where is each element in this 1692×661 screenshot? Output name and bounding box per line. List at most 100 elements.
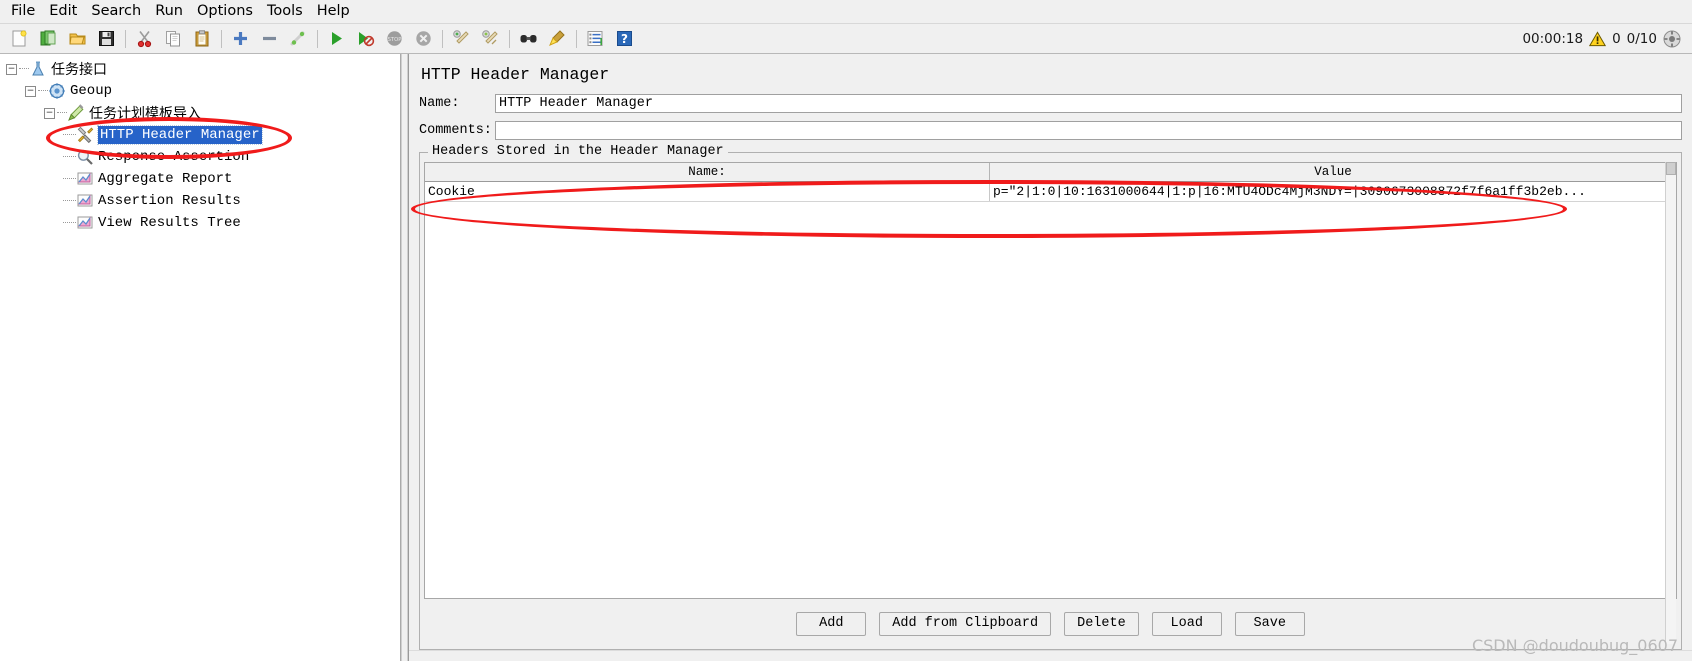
add-button[interactable]: Add <box>796 612 867 636</box>
save-button[interactable]: Save <box>1234 612 1305 636</box>
header-manager-icon <box>76 126 94 144</box>
name-field-row: Name: <box>419 94 1682 113</box>
thread-group-icon <box>48 82 66 100</box>
open-icon[interactable] <box>65 26 90 51</box>
headers-table-header: Name: Value <box>425 163 1676 182</box>
menu-item-help[interactable]: Help <box>310 1 357 22</box>
comments-field-row: Comments: <box>419 121 1682 140</box>
toolbar: STOP ? 00:00:18 0 0/10 <box>0 24 1692 54</box>
table-vertical-scrollbar[interactable] <box>1665 162 1676 644</box>
tree-connector <box>63 222 76 224</box>
start-icon[interactable] <box>324 26 349 51</box>
svg-text:?: ? <box>621 32 628 46</box>
shutdown-icon[interactable] <box>411 26 436 51</box>
tree-node-label: View Results Tree <box>98 215 241 231</box>
stop-icon[interactable]: STOP <box>382 26 407 51</box>
collapse-all-icon[interactable] <box>257 26 282 51</box>
jmeter-window: File Edit Search Run Options Tools Help <box>0 0 1692 661</box>
comments-input[interactable] <box>495 121 1682 140</box>
tree-connector <box>38 90 48 92</box>
toolbar-separator <box>317 29 318 48</box>
comments-label: Comments: <box>419 123 492 138</box>
tree-node-aggregate-report[interactable]: Aggregate Report <box>0 168 400 190</box>
function-helper-icon[interactable] <box>583 26 608 51</box>
paste-icon[interactable] <box>190 26 215 51</box>
new-icon[interactable] <box>7 26 32 51</box>
active-threads-icon <box>1663 30 1681 48</box>
tree-node-label: Geoup <box>70 83 113 99</box>
tree-node-test-plan[interactable]: − 任务接口 <box>0 58 400 80</box>
listener-icon <box>76 170 94 188</box>
tree-node-view-results-tree[interactable]: View Results Tree <box>0 212 400 234</box>
toggle-icon[interactable] <box>286 26 311 51</box>
name-input[interactable] <box>495 94 1682 113</box>
main-split: − 任务接口 − Geoup − 任务计划模板导入 HTTP Header Ma… <box>0 54 1692 661</box>
help-icon[interactable]: ? <box>612 26 637 51</box>
menu-bar: File Edit Search Run Options Tools Help <box>0 0 1692 24</box>
add-from-clipboard-button[interactable]: Add from Clipboard <box>879 612 1052 636</box>
tree-node-thread-group[interactable]: − Geoup <box>0 80 400 102</box>
thread-count: 0/10 <box>1626 30 1657 47</box>
toolbar-status: 00:00:18 0 0/10 <box>1522 30 1687 48</box>
clear-all-icon[interactable] <box>478 26 503 51</box>
tree-node-assertion-results[interactable]: Assertion Results <box>0 190 400 212</box>
tree-node-label: 任务计划模板导入 <box>89 106 201 122</box>
templates-icon[interactable] <box>36 26 61 51</box>
reset-search-icon[interactable] <box>545 26 570 51</box>
toolbar-separator <box>442 29 443 48</box>
headers-group: Headers Stored in the Header Manager Nam… <box>419 144 1682 650</box>
tree-connector <box>63 156 76 158</box>
svg-text:STOP: STOP <box>388 37 402 43</box>
column-header-name[interactable]: Name: <box>425 163 990 181</box>
tree-node-label: HTTP Header Manager <box>97 125 263 145</box>
menu-item-run[interactable]: Run <box>148 1 190 22</box>
tree-connector <box>63 134 76 136</box>
collapse-toggle-icon[interactable]: − <box>6 63 17 75</box>
collapse-toggle-icon[interactable]: − <box>44 107 55 119</box>
warning-count: 0 <box>1612 30 1621 47</box>
toolbar-separator <box>576 29 577 48</box>
load-button[interactable]: Load <box>1151 612 1222 636</box>
tree-connector <box>63 178 76 180</box>
toolbar-separator <box>221 29 222 48</box>
listener-icon <box>76 192 94 210</box>
editor-body: HTTP Header Manager Name: Comments: Head… <box>409 54 1692 650</box>
element-editor-pane: HTTP Header Manager Name: Comments: Head… <box>408 54 1692 661</box>
table-row[interactable]: Cookie p="2|1:0|10:1631000644|1:p|16:MTU… <box>425 182 1676 202</box>
copy-icon[interactable] <box>161 26 186 51</box>
tree-node-label: Assertion Results <box>98 193 241 209</box>
test-plan-tree[interactable]: − 任务接口 − Geoup − 任务计划模板导入 HTTP Header Ma… <box>0 54 401 661</box>
delete-button[interactable]: Delete <box>1064 612 1139 636</box>
clear-icon[interactable] <box>449 26 474 51</box>
tree-connector <box>63 200 76 202</box>
tree-node-http-sampler[interactable]: − 任务计划模板导入 <box>0 102 400 124</box>
headers-table[interactable]: Name: Value Cookie p="2|1:0|10:163100064… <box>424 162 1677 599</box>
tree-connector <box>57 112 67 114</box>
tree-node-http-header-manager[interactable]: HTTP Header Manager <box>0 124 400 146</box>
test-plan-icon <box>29 60 47 78</box>
cell-header-name[interactable]: Cookie <box>425 182 990 201</box>
expand-all-icon[interactable] <box>228 26 253 51</box>
menu-item-search[interactable]: Search <box>84 1 148 22</box>
assertion-icon <box>76 148 94 166</box>
tree-node-response-assertion[interactable]: Response Assertion <box>0 146 400 168</box>
cut-icon[interactable] <box>132 26 157 51</box>
tree-connector <box>19 68 29 70</box>
search-icon[interactable] <box>516 26 541 51</box>
watermark: CSDN @doudoubug_0607 <box>1471 636 1678 655</box>
table-empty-area[interactable] <box>425 202 1676 598</box>
collapse-toggle-icon[interactable]: − <box>25 85 36 97</box>
page-title: HTTP Header Manager <box>421 65 610 84</box>
menu-item-edit[interactable]: Edit <box>42 1 84 22</box>
warning-triangle-icon[interactable] <box>1589 30 1607 47</box>
menu-item-options[interactable]: Options <box>190 1 260 22</box>
menu-item-tools[interactable]: Tools <box>260 1 310 22</box>
split-divider[interactable] <box>401 54 408 661</box>
column-header-value[interactable]: Value <box>990 163 1676 181</box>
scrollbar-thumb[interactable] <box>1666 162 1676 175</box>
save-icon[interactable] <box>94 26 119 51</box>
listener-icon <box>76 214 94 232</box>
start-no-pauses-icon[interactable] <box>353 26 378 51</box>
cell-header-value[interactable]: p="2|1:0|10:1631000644|1:p|16:MTU4ODc4Mj… <box>990 182 1676 201</box>
menu-item-file[interactable]: File <box>4 1 42 22</box>
